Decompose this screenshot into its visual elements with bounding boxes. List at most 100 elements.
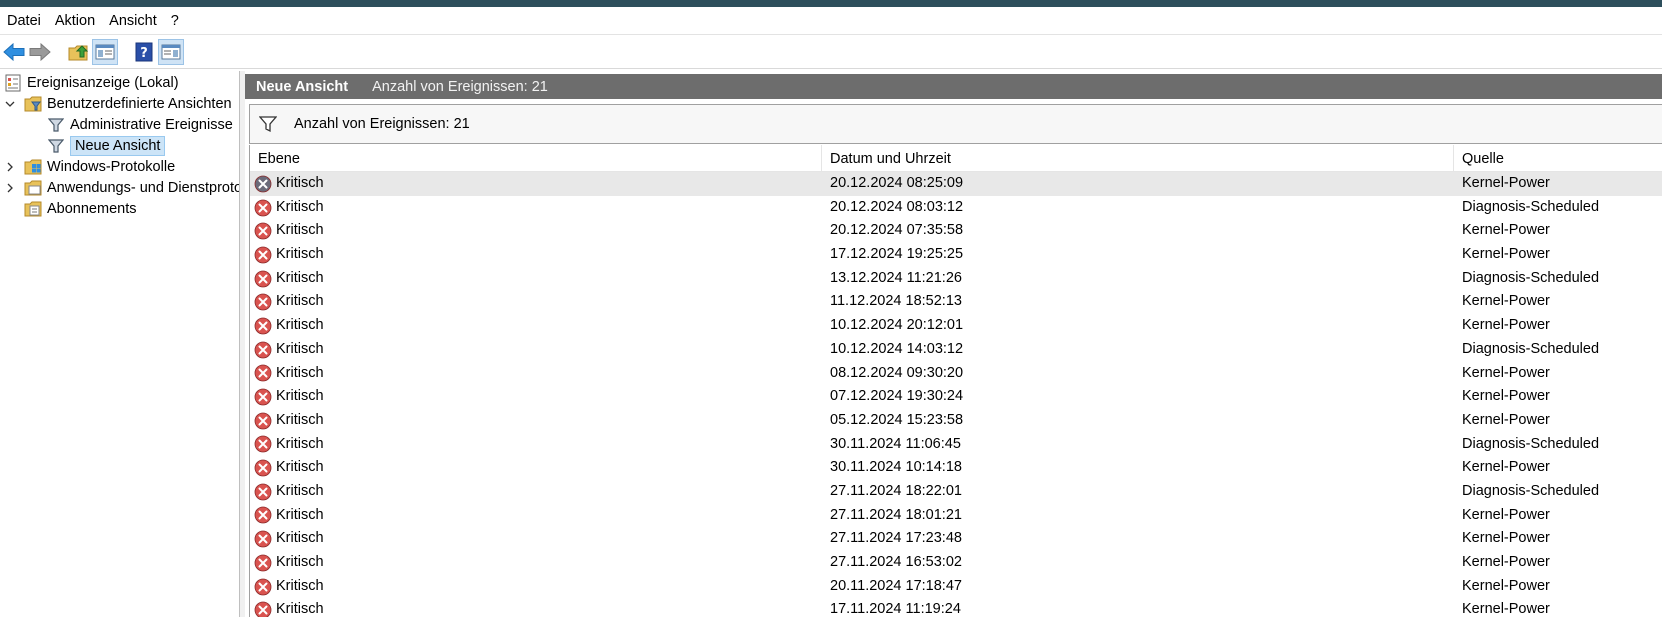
console-tree: Ereignisanzeige (Lokal) Benutzerdefinier…	[0, 71, 240, 617]
tree-item-label: Benutzerdefinierte Ansichten	[47, 96, 232, 112]
column-header-level[interactable]: Ebene	[250, 145, 822, 171]
tree-item-custom-views[interactable]: Benutzerdefinierte Ansichten	[24, 93, 232, 115]
level-cell: Kritisch	[253, 409, 324, 433]
column-header-source[interactable]: Quelle	[1454, 145, 1662, 171]
source-cell: Kernel-Power	[1462, 388, 1550, 405]
critical-error-icon	[253, 458, 273, 478]
critical-error-icon	[253, 340, 273, 360]
table-row[interactable]: Kritisch 20.11.2024 17:18:47 Kernel-Power	[250, 575, 1662, 599]
tree-item-new-view[interactable]: Neue Ansicht	[47, 135, 166, 157]
column-header-date[interactable]: Datum und Uhrzeit	[822, 145, 1454, 171]
table-row[interactable]: Kritisch 30.11.2024 10:14:18 Kernel-Power	[250, 456, 1662, 480]
table-row[interactable]: Kritisch 07.12.2024 19:30:24 Kernel-Power	[250, 385, 1662, 409]
date-cell: 20.12.2024 08:03:12	[830, 198, 964, 215]
critical-error-icon	[253, 269, 273, 289]
table-row[interactable]: Kritisch 17.12.2024 19:25:25 Kernel-Power	[250, 243, 1662, 267]
table-row[interactable]: Kritisch 30.11.2024 11:06:45 Diagnosis-Sch…	[250, 433, 1662, 457]
critical-error-icon	[253, 434, 273, 454]
tree-item-admin-events[interactable]: Administrative Ereignisse	[47, 114, 233, 136]
chevron-right-icon[interactable]	[4, 156, 16, 178]
folder-icon	[24, 179, 42, 197]
forward-arrow-icon[interactable]	[28, 40, 52, 64]
source-cell: Kernel-Power	[1462, 364, 1550, 381]
table-row[interactable]: Kritisch 13.12.2024 11:21:26 Diagnosis-Sch…	[250, 267, 1662, 291]
level-cell: Kritisch	[253, 172, 324, 196]
tree-item-app-service-logs[interactable]: Anwendungs- und Dienstprotokolle	[24, 177, 239, 199]
filter-icon[interactable]	[258, 114, 278, 134]
level-cell: Kritisch	[253, 338, 324, 362]
critical-error-icon	[253, 245, 273, 265]
table-row[interactable]: Kritisch 10.12.2024 20:12:01 Kernel-Power	[250, 314, 1662, 338]
critical-error-icon	[253, 198, 273, 218]
level-cell: Kritisch	[253, 598, 324, 617]
source-cell: Diagnosis-Scheduled	[1462, 482, 1600, 499]
level-cell: Kritisch	[253, 551, 324, 575]
date-cell: 11.12.2024 18:52:13	[830, 293, 962, 310]
help-icon[interactable]: ?	[132, 40, 156, 64]
date-cell: 13.12.2024 11:21:26	[830, 269, 962, 286]
table-body: Kritisch 20.12.2024 08:25:09 Kernel-Power K…	[250, 172, 1662, 617]
menu-help[interactable]: ?	[164, 8, 186, 34]
critical-error-icon	[253, 600, 273, 617]
date-cell: 27.11.2024 18:01:21	[830, 506, 962, 523]
level-text: Kritisch	[276, 175, 324, 191]
source-cell: Diagnosis-Scheduled	[1462, 435, 1600, 452]
menu-aktion[interactable]: Aktion	[48, 8, 102, 34]
source-cell: Kernel-Power	[1462, 577, 1550, 594]
critical-error-icon	[253, 411, 273, 431]
date-cell: 30.11.2024 10:14:18	[830, 459, 962, 476]
source-cell: Kernel-Power	[1462, 246, 1550, 263]
level-text: Kritisch	[276, 388, 324, 405]
date-cell: 08.12.2024 09:30:20	[830, 364, 964, 381]
table-row[interactable]: Kritisch 27.11.2024 18:01:21 Kernel-Power	[250, 504, 1662, 528]
date-cell: 05.12.2024 15:23:58	[830, 411, 964, 428]
date-cell: 20.12.2024 07:35:58	[830, 222, 964, 239]
table-row[interactable]: Kritisch 27.11.2024 16:53:02 Kernel-Power	[250, 551, 1662, 575]
table-row[interactable]: Kritisch 20.12.2024 07:35:58 Kernel-Power	[250, 219, 1662, 243]
source-cell: Kernel-Power	[1462, 175, 1550, 191]
table-row[interactable]: Kritisch 17.11.2024 11:19:24 Kernel-Power	[250, 598, 1662, 617]
table-row[interactable]: Kritisch 20.12.2024 08:03:12 Diagnosis-Sch…	[250, 196, 1662, 220]
tree-item-windows-logs[interactable]: Windows-Protokolle	[24, 156, 175, 178]
date-cell: 17.11.2024 11:19:24	[830, 601, 961, 617]
tree-item-root[interactable]: Ereignisanzeige (Lokal)	[4, 72, 179, 94]
up-folder-icon[interactable]	[66, 40, 90, 64]
date-cell: 30.11.2024 11:06:45	[830, 435, 961, 452]
date-cell: 20.11.2024 17:18:47	[830, 577, 962, 594]
critical-error-icon	[253, 316, 273, 336]
critical-error-icon	[253, 387, 273, 407]
table-row[interactable]: Kritisch 08.12.2024 09:30:20 Kernel-Power	[250, 362, 1662, 386]
event-viewer-icon	[4, 74, 22, 92]
critical-error-icon	[253, 221, 273, 241]
level-text: Kritisch	[276, 411, 324, 428]
level-cell: Kritisch	[253, 267, 324, 291]
level-text: Kritisch	[276, 506, 324, 523]
chevron-down-icon[interactable]	[4, 93, 16, 115]
table-row[interactable]: Kritisch 10.12.2024 14:03:12 Diagnosis-Sch…	[250, 338, 1662, 362]
windows-logs-folder-icon	[24, 158, 42, 176]
tree-item-subscriptions[interactable]: Abonnements	[24, 198, 136, 220]
view-header-bar: Neue Ansicht Anzahl von Ereignissen: 21	[245, 74, 1662, 99]
level-cell: Kritisch	[253, 575, 324, 599]
show-hide-console-tree-icon[interactable]	[92, 39, 118, 65]
menu-datei[interactable]: Datei	[0, 8, 48, 34]
level-text: Kritisch	[276, 293, 324, 310]
source-cell: Kernel-Power	[1462, 601, 1550, 617]
back-arrow-icon[interactable]	[2, 40, 26, 64]
table-row[interactable]: Kritisch 27.11.2024 18:22:01 Diagnosis-Sch…	[250, 480, 1662, 504]
event-count: Anzahl von Ereignissen: 21	[372, 78, 548, 95]
show-hide-action-pane-icon[interactable]	[158, 39, 184, 65]
menu-ansicht[interactable]: Ansicht	[102, 8, 164, 34]
date-cell: 20.12.2024 08:25:09	[830, 175, 964, 191]
level-cell: Kritisch	[253, 480, 324, 504]
source-cell: Kernel-Power	[1462, 411, 1550, 428]
table-row[interactable]: Kritisch 11.12.2024 18:52:13 Kernel-Power	[250, 290, 1662, 314]
table-row[interactable]: Kritisch 05.12.2024 15:23:58 Kernel-Power	[250, 409, 1662, 433]
tree-item-label: Ereignisanzeige (Lokal)	[27, 75, 179, 91]
table-row[interactable]: Kritisch 20.12.2024 08:25:09 Kernel-Power	[250, 172, 1662, 196]
table-row[interactable]: Kritisch 27.11.2024 17:23:48 Kernel-Power	[250, 527, 1662, 551]
chevron-right-icon[interactable]	[4, 177, 16, 199]
subscriptions-icon	[24, 200, 42, 218]
source-cell: Kernel-Power	[1462, 530, 1550, 547]
tree-item-label: Administrative Ereignisse	[70, 117, 233, 133]
